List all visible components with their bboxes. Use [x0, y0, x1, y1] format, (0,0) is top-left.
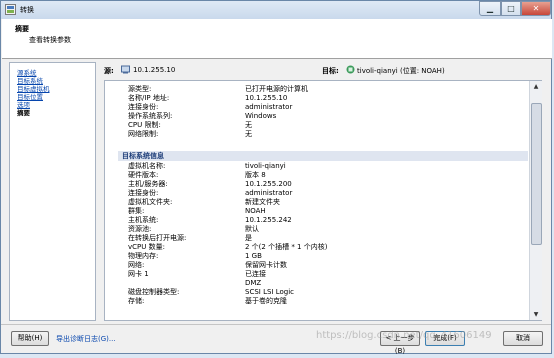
source-target-bar: 源: 10.1.255.10 目标: tivoli-qianyi (位置: NO… [104, 62, 544, 78]
summary-row: 虚拟机名称: tivoli-qianyi [128, 162, 286, 170]
watermark: https://blog.csdn.net/qq_41606149 [316, 330, 492, 341]
summary-row: 连接身份: administrator [128, 103, 293, 111]
page-title: 摘要 [15, 25, 29, 33]
summary-row: 源类型: 已打开电源的计算机 [128, 85, 308, 93]
summary-row: 在转换后打开电源: 是 [128, 234, 252, 242]
summary-row: 群集: NOAH [128, 207, 266, 215]
help-button[interactable]: 帮助(H) [11, 331, 49, 346]
summary-row: 虚拟机文件夹: 新建文件夹 [128, 198, 280, 206]
minimize-button[interactable]: ▁ [479, 1, 501, 16]
summary-row: 主机/服务器: 10.1.255.200 [128, 180, 292, 188]
summary-row: 物理内存: 1 GB [128, 252, 262, 260]
summary-row: CPU 限制: 无 [128, 121, 252, 129]
scroll-up-arrow-icon[interactable]: ▲ [530, 81, 542, 92]
summary-row: 网卡 1 已连接 [128, 270, 266, 278]
summary-row: 网络: 保留网卡计数 [128, 261, 287, 269]
maximize-button[interactable]: □ [501, 1, 521, 16]
target-label: 目标: [322, 67, 339, 75]
scrollbar-thumb[interactable] [531, 103, 542, 245]
target-section-header: 目标系统信息 [118, 151, 528, 161]
cancel-button[interactable]: 取消 [503, 331, 543, 346]
virtual-machine-icon [346, 65, 355, 74]
close-button[interactable]: ✕ [521, 1, 551, 16]
title-bar: 转换 ▁ □ ✕ [1, 1, 551, 19]
vertical-scrollbar[interactable]: ▲ ▼ [529, 81, 542, 320]
window-title: 转换 [20, 6, 34, 14]
scroll-down-arrow-icon[interactable]: ▼ [530, 309, 542, 320]
summary-row: 操作系统系列: Windows [128, 112, 277, 120]
summary-row: 主机系统: 10.1.255.242 [128, 216, 292, 224]
summary-row: 资源池: 默认 [128, 225, 259, 233]
summary-row: 存储: 基于卷的克隆 [128, 297, 287, 305]
app-icon [5, 4, 16, 15]
source-value: 10.1.255.10 [133, 66, 176, 74]
export-diagnostic-logs-link[interactable]: 导出诊断日志(G)... [56, 334, 116, 344]
summary-row: DMZ [245, 279, 262, 287]
summary-row: 连接身份: administrator [128, 189, 293, 197]
summary-row: 磁盘控制器类型: SCSI LSI Logic [128, 288, 294, 296]
page-header: 摘要 查看转换参数 [2, 19, 552, 59]
nav-item-summary: 摘要 [17, 109, 30, 117]
page-subtitle: 查看转换参数 [29, 36, 71, 44]
server-icon [121, 65, 130, 74]
target-value: tivoli-qianyi (位置: NOAH) [357, 67, 445, 75]
summary-row: 名称/IP 地址: 10.1.255.10 [128, 94, 288, 102]
wizard-nav: 源系统 目标系统 目标虚拟机 目标位置 选项 摘要 [9, 62, 96, 321]
summary-panel: 源类型: 已打开电源的计算机 名称/IP 地址: 10.1.255.10 连接身份:… [104, 80, 542, 321]
source-label: 源: [104, 67, 114, 75]
footer-divider [1, 324, 551, 325]
summary-row: vCPU 数量: 2 个(2 个插槽 * 1 个内核) [128, 243, 328, 251]
summary-row: 网络限制: 无 [128, 130, 252, 138]
summary-row: 硬件版本: 版本 8 [128, 171, 266, 179]
